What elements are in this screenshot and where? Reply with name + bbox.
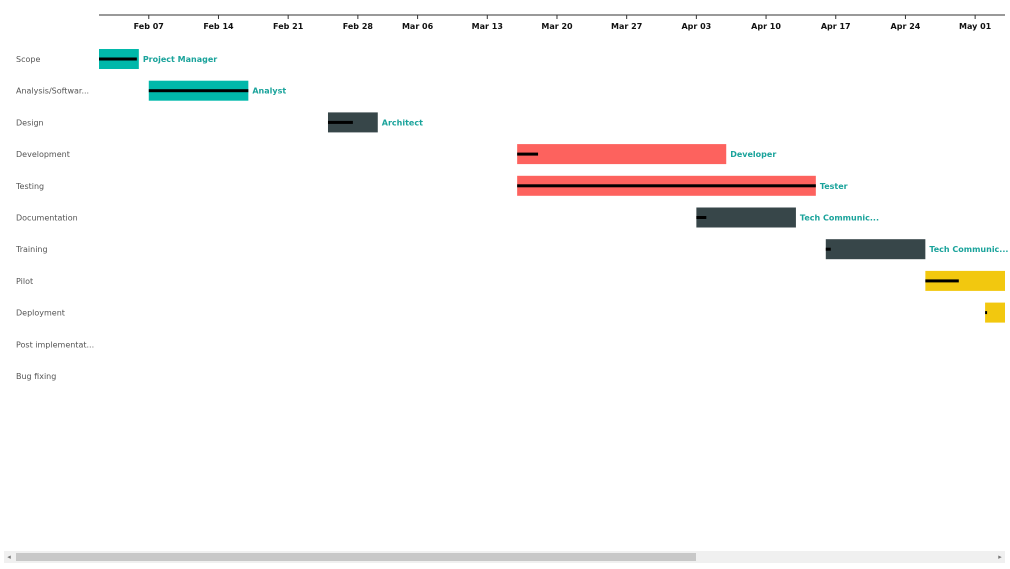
resource-label: Developer	[730, 150, 776, 159]
x-tick-label: Feb 28	[343, 22, 374, 31]
task-label: Pilot	[16, 277, 33, 286]
task-label: Deployment	[16, 309, 65, 318]
task-label: Scope	[16, 55, 40, 64]
task-label: Design	[16, 118, 44, 127]
progress-bar	[825, 247, 831, 251]
progress-bar	[696, 216, 707, 219]
task-label: Development	[16, 150, 70, 159]
scroll-left-arrow-icon[interactable]: ◂	[4, 551, 14, 563]
progress-bar	[985, 311, 988, 315]
scrollbar-thumb[interactable]	[16, 553, 696, 561]
progress-bar	[517, 152, 539, 156]
scroll-right-arrow-icon[interactable]: ▸	[995, 551, 1005, 563]
x-tick-label: Feb 07	[134, 22, 164, 31]
x-tick-label: Feb 21	[273, 22, 304, 31]
resource-label: Architect	[382, 118, 423, 127]
task-label: Testing	[15, 182, 44, 191]
x-tick-label: Mar 13	[472, 22, 503, 31]
progress-bar	[925, 279, 959, 283]
task-label: Analysis/Softwar...	[16, 87, 89, 96]
x-tick-label: Apr 17	[821, 22, 851, 31]
resource-label: Analyst	[252, 87, 286, 96]
task-bar	[696, 207, 796, 228]
progress-bar	[517, 184, 816, 188]
x-tick-label: Feb 14	[203, 22, 234, 31]
gantt-chart: Feb 07 Feb 14 Feb 21 Feb 28 Mar 06 Mar 13 Mar …	[15, 14, 1008, 381]
resource-label: Tech Communic...	[929, 245, 1008, 254]
task-bar	[517, 144, 727, 165]
x-tick-label: May 01	[959, 22, 992, 31]
task-label: Bug fixing	[16, 372, 56, 381]
progress-bar	[148, 89, 249, 93]
task-label: Post implementat...	[16, 340, 94, 349]
x-tick-label: Mar 27	[611, 22, 642, 31]
x-tick-label: Apr 03	[681, 22, 711, 31]
x-tick-label: Mar 20	[541, 22, 573, 31]
x-tick-label: Apr 10	[751, 22, 781, 31]
task-label: Documentation	[16, 214, 78, 223]
progress-bar	[327, 120, 353, 124]
x-tick-label: Apr 24	[891, 22, 921, 31]
resource-label: Tech Communic...	[800, 214, 879, 223]
task-label: Training	[15, 245, 48, 254]
resource-label: Project Manager	[143, 55, 217, 64]
horizontal-scrollbar[interactable]: ◂ ▸	[4, 551, 1005, 563]
task-bar	[985, 302, 1005, 323]
progress-bar	[99, 57, 137, 61]
x-tick-label: Mar 06	[402, 22, 434, 31]
resource-label: Tester	[820, 182, 848, 191]
task-bar	[825, 239, 926, 260]
